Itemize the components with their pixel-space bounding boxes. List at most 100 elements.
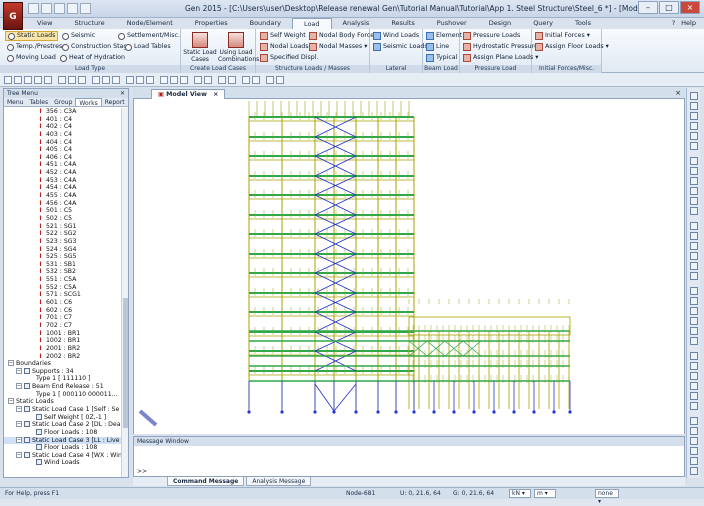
filter-select[interactable]: none ▾ — [595, 489, 619, 505]
tree-section-item[interactable]: I 523 : SG3 — [4, 238, 122, 246]
iso-icon[interactable] — [690, 177, 698, 185]
undo-icon[interactable] — [67, 3, 78, 14]
tree-section-item[interactable]: I 452 : C4A — [4, 169, 122, 177]
tab-load[interactable]: Load — [291, 18, 332, 29]
tree-section-item[interactable]: I 403 : C4 — [4, 131, 122, 139]
tree-section-item[interactable]: I 356 : C3A — [4, 108, 122, 116]
render-icon[interactable] — [266, 76, 274, 84]
initial-forces-button[interactable]: Initial Forces ▾ — [535, 31, 590, 41]
left-icon[interactable] — [690, 207, 698, 215]
tree-section-item[interactable]: I 525 : SG5 — [4, 253, 122, 261]
redraw-icon[interactable] — [194, 76, 202, 84]
tree-section-item[interactable]: I 402 : C4 — [4, 123, 122, 131]
tree-node-load-case-3[interactable]: − Static Load Case 3 [LL : Live — [4, 436, 122, 445]
tree-node-load-case-3-item[interactable]: Floor Loads : 108 — [4, 444, 122, 452]
static-loads-option[interactable]: Static Loads — [5, 31, 59, 41]
static-load-cases-button[interactable]: Static Load Cases — [183, 32, 217, 63]
ucs-icon[interactable] — [690, 427, 698, 435]
tree-section-item[interactable]: I 406 : C4 — [4, 154, 122, 162]
hidden-icon[interactable] — [690, 252, 698, 260]
tab-structure[interactable]: Structure — [63, 18, 115, 29]
redraw-icon[interactable] — [690, 337, 698, 345]
front-icon[interactable] — [690, 187, 698, 195]
tree-section-item[interactable]: I 2002 : BR2 — [4, 353, 122, 361]
tree-node-load-case-2[interactable]: − Static Load Case 2 [DL : Dea — [4, 421, 122, 429]
tree-section-item[interactable]: I 601 : C6 — [4, 299, 122, 307]
tree-tab-report[interactable]: Report — [102, 98, 128, 106]
beam-element-button[interactable]: Element — [426, 31, 462, 41]
help-icon[interactable]: ? — [672, 19, 675, 27]
unselect-icon[interactable] — [690, 467, 698, 475]
maximize-button[interactable]: □ — [659, 1, 679, 14]
perspective-icon[interactable] — [146, 76, 154, 84]
tree-node-load-case-4[interactable]: − Static Load Case 4 [WX : Win — [4, 451, 122, 460]
capture-icon[interactable] — [690, 352, 698, 360]
dxf-icon[interactable] — [690, 372, 698, 380]
specified-displ-button[interactable]: Specified Displ. — [260, 53, 319, 63]
help-label[interactable]: Help — [681, 19, 696, 27]
tree-section-item[interactable]: I 551 : C5A — [4, 276, 122, 284]
tab-analysis[interactable]: Analysis — [332, 18, 381, 29]
beam-typical-button[interactable]: Typical — [426, 53, 457, 63]
hidden-icon[interactable] — [126, 76, 134, 84]
tab-query[interactable]: Query — [522, 18, 564, 29]
color-icon[interactable] — [276, 76, 284, 84]
close-icon[interactable]: × — [213, 91, 218, 98]
eye-icon[interactable] — [690, 437, 698, 445]
rotate-left-icon[interactable] — [690, 157, 698, 165]
tree-section-item[interactable]: I 1002 : BR1 — [4, 337, 122, 345]
measure-icon[interactable] — [252, 76, 260, 84]
ucs-icon[interactable] — [242, 76, 250, 84]
temp-prestress-option[interactable]: Temp./Prestress — [7, 42, 66, 52]
tree-section-item[interactable]: I 1001 : BR1 — [4, 330, 122, 338]
tab-results[interactable]: Results — [380, 18, 425, 29]
tree-section-item[interactable]: I 531 : SB1 — [4, 261, 122, 269]
tab-tools[interactable]: Tools — [564, 18, 602, 29]
grid-icon[interactable] — [690, 317, 698, 325]
nodal-body-force-button[interactable]: Nodal Body Force — [309, 31, 374, 41]
tree-section-item[interactable]: I 702 : C7 — [4, 322, 122, 330]
tab-analysis-message[interactable]: Analysis Message — [246, 477, 312, 486]
zoom-window-icon[interactable] — [690, 112, 698, 120]
select-polygon-icon[interactable] — [24, 76, 32, 84]
snap-icon[interactable] — [228, 76, 236, 84]
select-all-icon[interactable] — [44, 76, 52, 84]
beam-line-button[interactable]: Line — [426, 42, 449, 52]
tree-section-item[interactable]: I 552 : C5A — [4, 284, 122, 292]
active-all-icon[interactable] — [78, 76, 86, 84]
close-view-icon[interactable]: × — [675, 89, 681, 97]
zoom-in-icon[interactable] — [690, 92, 698, 100]
top-view-icon[interactable] — [102, 76, 110, 84]
iso-view-icon[interactable] — [112, 76, 120, 84]
tree-scrollbar[interactable] — [121, 108, 128, 477]
self-weight-button[interactable]: Self Weight — [260, 31, 306, 41]
hydrostatic-pressure-button[interactable]: Hydrostatic Pressure — [463, 42, 538, 52]
new-file-icon[interactable] — [28, 3, 39, 14]
grid-icon[interactable] — [218, 76, 226, 84]
tree-node-load-case-4-item[interactable]: Wind Loads — [4, 459, 122, 467]
command-prompt[interactable]: >> — [137, 468, 147, 475]
front-view-icon[interactable] — [92, 76, 100, 84]
construction-stage-option[interactable]: Construction Stage — [62, 42, 131, 52]
tree-section-item[interactable]: I 2001 : BR2 — [4, 345, 122, 353]
zoom-out-icon[interactable] — [690, 102, 698, 110]
tree-tab-group[interactable]: Group — [51, 98, 75, 106]
settlement-misc-option[interactable]: Settlement/Misc. — [118, 31, 180, 41]
nodal-masses-button[interactable]: Nodal Masses ▾ — [309, 42, 367, 52]
tree-node-load-case-2-item[interactable]: Floor Loads : 108 — [4, 428, 122, 437]
snap-icon[interactable] — [690, 327, 698, 335]
tree-node-beam-end-type[interactable]: Type 1 [ 000110 000011... — [4, 391, 122, 399]
tree-section-item[interactable]: I 451 : C4A — [4, 161, 122, 169]
tree-node-supports-type[interactable]: Type 1 [ 111110 ] — [4, 375, 122, 383]
tree-tab-works[interactable]: Works — [75, 98, 102, 107]
tree-section-item[interactable]: I 502 : C5 — [4, 215, 122, 223]
select-window-icon[interactable] — [14, 76, 22, 84]
shading-icon[interactable] — [690, 262, 698, 270]
seismic-loads-button[interactable]: Seismic Loads — [373, 42, 428, 52]
tree-section-item[interactable]: I 522 : SG2 — [4, 230, 122, 238]
tab-boundary[interactable]: Boundary — [239, 18, 292, 29]
save-icon[interactable] — [54, 3, 65, 14]
tree-section-item[interactable]: I 524 : SG4 — [4, 246, 122, 254]
tree-section-item[interactable]: I 701 : C7 — [4, 314, 122, 322]
color-icon[interactable] — [690, 447, 698, 455]
